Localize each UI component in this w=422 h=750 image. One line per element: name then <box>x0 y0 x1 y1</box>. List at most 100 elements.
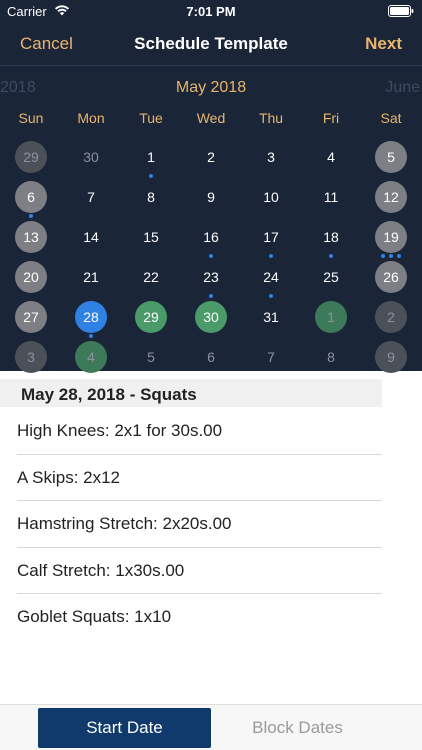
calendar-day[interactable]: 1 <box>301 297 361 337</box>
calendar-day-number: 4 <box>327 149 335 165</box>
calendar-day-number: 30 <box>195 301 227 333</box>
weekday-label: Tue <box>139 110 163 126</box>
previous-month-label[interactable]: 2018 <box>0 79 36 97</box>
calendar-day-number: 2 <box>207 149 215 165</box>
calendar-day[interactable]: 19 <box>361 217 421 258</box>
calendar-day-number: 22 <box>143 269 159 285</box>
calendar-day[interactable]: 8 <box>121 177 181 217</box>
calendar-day-number: 31 <box>263 309 279 325</box>
calendar-day-number: 23 <box>203 269 219 285</box>
calendar-day[interactable]: 29 <box>1 137 61 177</box>
calendar-day[interactable]: 10 <box>241 177 301 217</box>
workout-section-header: May 28, 2018 - Squats <box>0 379 382 407</box>
calendar-day-number: 29 <box>135 301 167 333</box>
calendar-day[interactable]: 31 <box>241 297 301 337</box>
calendar-day[interactable]: 24 <box>241 257 301 298</box>
calendar-day[interactable]: 2 <box>181 137 241 177</box>
weekday-label: Fri <box>322 110 340 126</box>
calendar-day-number: 6 <box>15 181 47 213</box>
calendar-week-row: 29 30 1 2 3 4 5 <box>0 137 422 178</box>
calendar-day[interactable]: 26 <box>361 257 421 297</box>
calendar-day[interactable]: 7 <box>61 177 121 217</box>
calendar-day[interactable]: 12 <box>361 177 421 217</box>
calendar-day-number: 28 <box>75 301 107 333</box>
calendar-day[interactable]: 30 <box>181 297 241 337</box>
calendar-day-number: 12 <box>375 181 407 213</box>
calendar-day[interactable]: 3 <box>241 137 301 177</box>
calendar-day-number: 1 <box>315 301 347 333</box>
calendar-day[interactable]: 20 <box>1 257 61 297</box>
calendar-week-row: 34 5 6 7 8 9 <box>0 337 422 377</box>
calendar-day[interactable]: 7 <box>241 337 301 377</box>
calendar-day[interactable]: 3 <box>1 337 61 377</box>
next-button[interactable]: Next <box>365 34 402 54</box>
exercise-label: Hamstring Stretch: 2x20s.00 <box>17 514 232 533</box>
calendar-day-number: 8 <box>327 349 335 365</box>
exercise-label: High Knees: 2x1 for 30s.00 <box>17 421 223 440</box>
calendar-day[interactable]: 4 <box>301 137 361 177</box>
calendar-day[interactable]: 27 <box>1 297 61 337</box>
exercise-label: Goblet Squats: 1x10 <box>17 607 172 626</box>
current-month-label: May 2018 <box>175 79 247 96</box>
calendar-day[interactable]: 30 <box>61 137 121 177</box>
calendar-day-number: 10 <box>263 189 279 205</box>
calendar-day-number: 24 <box>263 269 279 285</box>
exercise-item[interactable]: A Skips: 2x12 <box>0 455 422 501</box>
status-time: 7:01 PM <box>186 4 236 19</box>
calendar-day-number: 21 <box>83 269 99 285</box>
calendar-day[interactable]: 9 <box>181 177 241 217</box>
calendar-day[interactable]: 29 <box>121 297 181 337</box>
calendar-day[interactable]: 8 <box>301 337 361 377</box>
weekday-label: Wed <box>196 110 226 126</box>
calendar-week-row: 6 7 8 9 10 11 12 <box>0 177 422 218</box>
calendar-day[interactable]: 18 <box>301 217 361 258</box>
cancel-button[interactable]: Cancel <box>20 34 73 54</box>
calendar-day[interactable]: 14 <box>61 217 121 257</box>
calendar-day[interactable]: 28 <box>61 297 121 338</box>
exercise-item[interactable]: High Knees: 2x1 for 30s.00 <box>0 408 422 455</box>
workout-title: May 28, 2018 - Squats <box>21 385 197 404</box>
start-date-tab[interactable]: Start Date <box>38 708 211 748</box>
weekday-header: Sun Mon Tue Wed Thu Fri Sat <box>0 110 422 130</box>
calendar-day[interactable]: 15 <box>121 217 181 257</box>
calendar-day[interactable]: 21 <box>61 257 121 297</box>
exercise-item[interactable]: Goblet Squats: 1x10 <box>0 594 422 641</box>
calendar-day-number: 2 <box>375 301 407 333</box>
calendar-day[interactable]: 5 <box>121 337 181 377</box>
calendar-day-number: 17 <box>263 229 279 245</box>
calendar-day[interactable]: 9 <box>361 337 421 377</box>
weekday-label: Mon <box>77 110 105 126</box>
calendar-day-number: 4 <box>75 341 107 373</box>
calendar-day-number: 7 <box>87 189 95 205</box>
calendar-day[interactable]: 25 <box>301 257 361 297</box>
calendar-day[interactable]: 17 <box>241 217 301 258</box>
calendar-day[interactable]: 1 <box>121 137 181 178</box>
battery-icon <box>388 5 414 17</box>
calendar-day-number: 20 <box>15 261 47 293</box>
calendar-day-number: 6 <box>207 349 215 365</box>
calendar-day-number: 26 <box>375 261 407 293</box>
calendar-day[interactable]: 4 <box>61 337 121 377</box>
calendar-day[interactable]: 2 <box>361 297 421 337</box>
calendar-day[interactable]: 11 <box>301 177 361 217</box>
calendar-day[interactable]: 6 <box>181 337 241 377</box>
nav-divider <box>0 65 422 66</box>
calendar-day[interactable]: 16 <box>181 217 241 258</box>
calendar-day[interactable]: 5 <box>361 137 421 177</box>
calendar-day[interactable]: 23 <box>181 257 241 298</box>
calendar-header-region: Carrier 7:01 PM Cancel Schedule Template… <box>0 0 422 373</box>
exercise-label: Calf Stretch: 1x30s.00 <box>17 560 185 580</box>
exercise-item[interactable]: Calf Stretch: 1x30s.00 <box>0 548 422 594</box>
calendar-day-number: 7 <box>267 349 275 365</box>
exercise-item[interactable]: Hamstring Stretch: 2x20s.00 <box>0 501 422 548</box>
calendar-day[interactable]: 13 <box>1 217 61 257</box>
month-selector: 2018 May 2018 June <box>0 76 422 102</box>
calendar-day[interactable]: 6 <box>1 177 61 218</box>
block-dates-tab[interactable]: Block Dates <box>211 708 384 748</box>
calendar-day[interactable]: 22 <box>121 257 181 297</box>
calendar-grid: 29 30 1 2 3 4 5 6 7 8 9 10 11 12 13 14 15 16 17 18 19 20 21 22 2… <box>0 137 422 377</box>
calendar-week-row: 20 21 22 23 24 25 26 <box>0 257 422 298</box>
calendar-day-number: 5 <box>147 349 155 365</box>
next-month-label[interactable]: June <box>385 79 420 97</box>
calendar-day-number: 18 <box>323 229 339 245</box>
